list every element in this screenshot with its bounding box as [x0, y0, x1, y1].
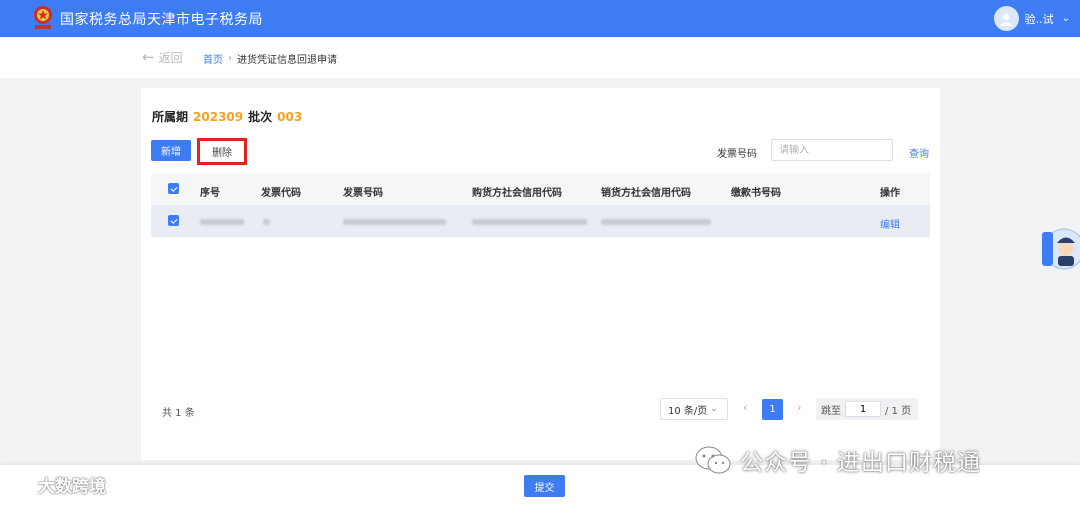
- row-checkbox[interactable]: [168, 215, 179, 226]
- add-button[interactable]: 新增: [151, 140, 191, 161]
- delete-button[interactable]: 删除: [197, 138, 247, 165]
- breadcrumb-current: 进货凭证信息回退申请: [237, 55, 337, 66]
- watermark-right: 公众号 · 进出口财税通: [694, 443, 981, 477]
- period-value: 202309: [193, 110, 244, 124]
- avatar-icon: [993, 6, 1019, 31]
- arrow-left-icon: ←: [142, 48, 155, 66]
- back-button[interactable]: ← 返回: [142, 49, 183, 66]
- redacted-invoice-number: [343, 219, 446, 225]
- column-header: 销货方社会信用代码: [601, 188, 691, 199]
- breadcrumb: 首页 › 进货凭证信息回退申请: [203, 51, 337, 66]
- site-title: 国家税务总局天津市电子税务局: [60, 12, 263, 28]
- query-button[interactable]: 查询: [909, 145, 929, 160]
- select-all-checkbox[interactable]: [168, 183, 179, 194]
- period-label: 所属期: [152, 110, 189, 124]
- watermark-left-text: 大数跨境: [38, 477, 106, 497]
- total-pages: / 1 页: [885, 405, 912, 417]
- breadcrumb-home[interactable]: 首页: [203, 51, 223, 66]
- redacted-buyer-credit-code: [472, 219, 587, 225]
- edit-link[interactable]: 编辑: [880, 216, 900, 231]
- column-header: 操作: [880, 188, 900, 199]
- next-page-icon[interactable]: ›: [797, 401, 801, 414]
- page-size-value: 10 条/页: [668, 405, 708, 417]
- assistant-avatar-icon[interactable]: [1036, 226, 1080, 272]
- redacted-serial: [200, 219, 244, 225]
- watermark-left: 大数跨境: [8, 472, 106, 497]
- table-header: 序号 发票代码 发票号码 购货方社会信用代码 销货方社会信用代码 缴款书号码 操…: [151, 173, 930, 205]
- column-header: 购货方社会信用代码: [472, 188, 562, 199]
- column-header: 发票号码: [343, 188, 383, 199]
- column-header: 发票代码: [261, 188, 301, 199]
- batch-value: 003: [277, 110, 303, 124]
- invoice-number-input[interactable]: [771, 139, 893, 161]
- prev-page-icon[interactable]: ‹: [743, 401, 747, 414]
- current-page-button[interactable]: 1: [762, 399, 783, 420]
- jump-page-input[interactable]: [845, 401, 881, 417]
- table-row[interactable]: 编辑: [151, 205, 930, 237]
- chevron-down-icon: ⌄: [710, 404, 718, 414]
- page-size-select[interactable]: 10 条/页 ⌄: [660, 398, 728, 420]
- main-card: 所属期 202309 批次 003 新增 删除 发票号码 查询 序号 发票代码 …: [141, 88, 940, 460]
- breadcrumb-bar: ← 返回 首页 › 进货凭证信息回退申请: [0, 37, 1080, 78]
- top-bar: 国家税务总局天津市电子税务局 验..试 ⌄: [0, 0, 1080, 37]
- invoice-number-label: 发票号码: [717, 149, 757, 160]
- page-jumper: 跳至 / 1 页: [816, 398, 918, 420]
- redacted-invoice-code: [263, 219, 270, 225]
- breadcrumb-separator-icon: ›: [228, 53, 232, 64]
- back-label: 返回: [158, 51, 183, 65]
- brand-logo-icon: [8, 477, 34, 492]
- user-menu[interactable]: 验..试 ⌄: [993, 6, 1070, 31]
- batch-label: 批次: [248, 110, 273, 124]
- submit-button[interactable]: 提交: [524, 475, 565, 497]
- total-count: 共 1 条: [162, 408, 195, 419]
- period-info: 所属期 202309 批次 003: [152, 108, 302, 125]
- wechat-icon: [695, 446, 731, 474]
- watermark-right-text: 公众号 · 进出口财税通: [740, 450, 981, 476]
- redacted-seller-credit-code: [601, 219, 711, 225]
- chevron-down-icon: ⌄: [1061, 13, 1070, 24]
- column-header: 序号: [200, 188, 220, 199]
- jump-label: 跳至: [821, 405, 841, 417]
- column-header: 缴款书号码: [731, 188, 781, 199]
- tax-emblem-icon: [34, 6, 52, 29]
- user-name: 验..试: [1024, 12, 1054, 26]
